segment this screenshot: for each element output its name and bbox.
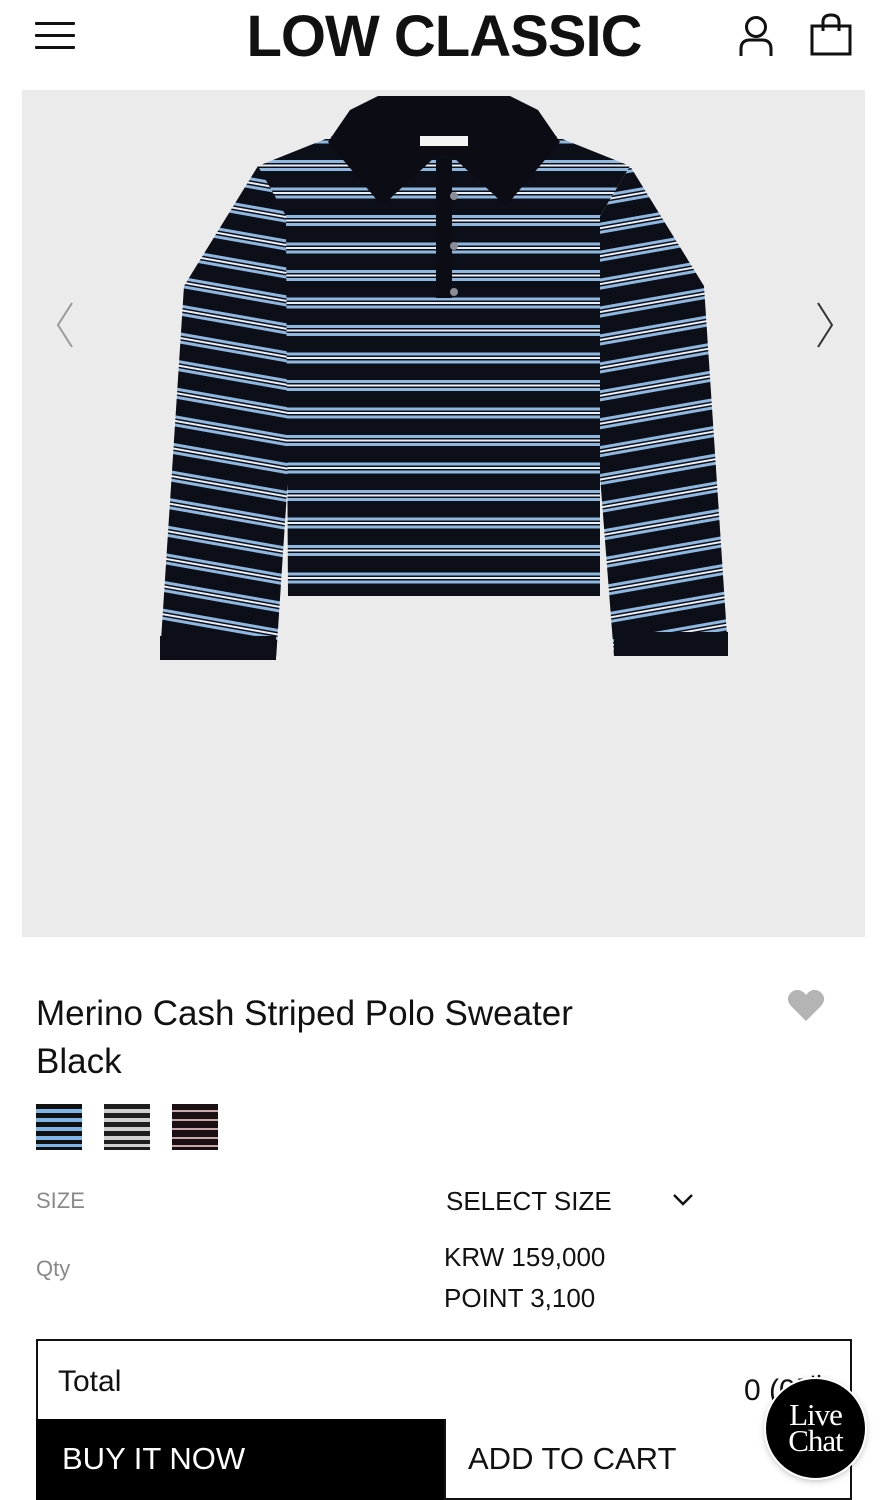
product-point: POINT 3,100	[444, 1283, 596, 1313]
total-box: Total 0 (0개)	[36, 1339, 852, 1421]
size-label: SIZE	[36, 1188, 85, 1213]
product-title: Merino Cash Striped Polo Sweater Black	[36, 990, 656, 1086]
heart-icon[interactable]	[786, 988, 826, 1024]
add-to-cart-label: ADD TO CART	[468, 1441, 677, 1476]
product-price: KRW 159,000	[444, 1242, 606, 1272]
chevron-right-icon[interactable]	[810, 295, 840, 355]
buy-now-label: BUY IT NOW	[62, 1441, 246, 1476]
total-label: Total	[58, 1365, 122, 1398]
swatch-grey-stripe[interactable]	[104, 1104, 150, 1150]
live-chat-line2: Chat	[788, 1423, 844, 1458]
swatch-brown-stripe[interactable]	[172, 1104, 218, 1150]
product-color: Black	[36, 1042, 122, 1081]
size-select-value: SELECT SIZE	[446, 1186, 612, 1216]
size-select[interactable]: SELECT SIZE	[446, 1180, 696, 1224]
product-image	[158, 96, 730, 696]
product-gallery[interactable]	[22, 90, 865, 937]
swatch-blue-stripe[interactable]	[36, 1104, 82, 1150]
buy-now-button[interactable]: BUY IT NOW	[36, 1419, 444, 1500]
live-chat-button[interactable]: Live Chat	[766, 1379, 865, 1478]
qty-label: Qty	[36, 1256, 71, 1281]
chevron-left-icon[interactable]	[50, 295, 80, 355]
user-icon[interactable]	[736, 14, 776, 58]
shopping-bag-icon[interactable]	[808, 12, 854, 58]
chevron-down-icon	[672, 1192, 694, 1208]
product-name: Merino Cash Striped Polo Sweater	[36, 994, 573, 1033]
site-header: LOW CLASSIC	[0, 0, 888, 90]
